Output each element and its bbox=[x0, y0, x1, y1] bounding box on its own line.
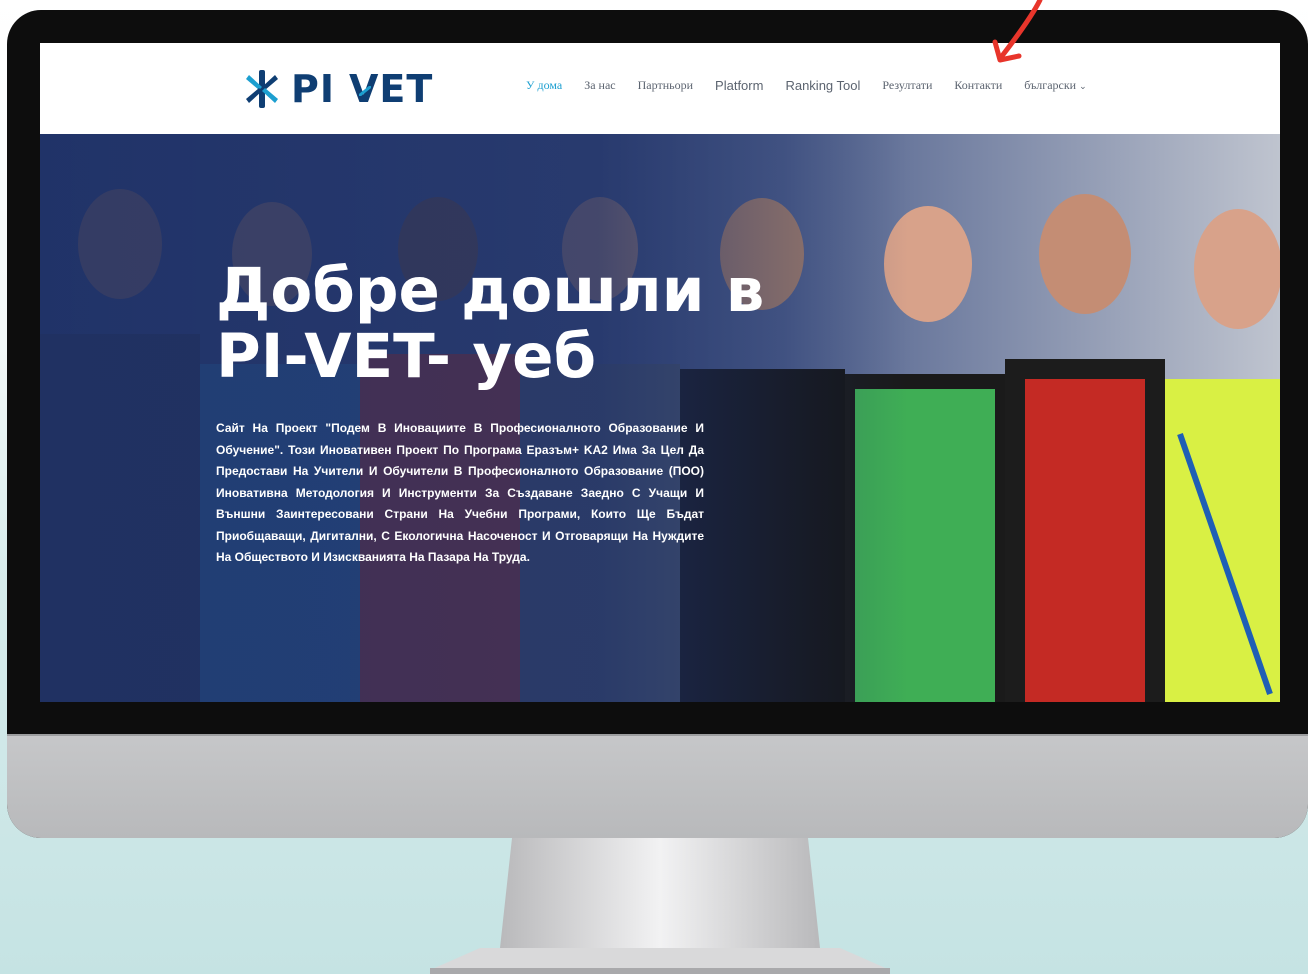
language-selector[interactable]: български ⌄ bbox=[1024, 78, 1086, 93]
site-header: PI VET У дома За нас Партньори Platform R… bbox=[40, 43, 1280, 134]
nav-home[interactable]: У дома bbox=[526, 78, 562, 93]
monitor-stand bbox=[430, 838, 890, 974]
red-arrow-icon bbox=[992, 0, 1043, 63]
logo-text-pi: PI bbox=[291, 67, 335, 111]
hero-title-line-2: PI-VET- уеб bbox=[216, 321, 597, 392]
nav-partners[interactable]: Партньори bbox=[638, 78, 693, 93]
logo-dash-icon bbox=[359, 86, 371, 96]
pi-vet-logo-icon bbox=[246, 70, 278, 108]
hero-title-line-1: Добре дошли в bbox=[216, 255, 765, 326]
browser-viewport: PI VET У дома За нас Партньори Platform R… bbox=[40, 43, 1280, 702]
main-nav: У дома За нас Партньори Platform Ranking… bbox=[526, 78, 1109, 93]
hero-title: Добре дошли в PI-VET- уеб bbox=[216, 258, 916, 390]
hero-description: Сайт На Проект "Подем В Иновациите В Про… bbox=[216, 421, 704, 564]
nav-ranking-tool[interactable]: Ranking Tool bbox=[785, 78, 860, 93]
hero-section: Добре дошли в PI-VET- уеб Сайт На Проект… bbox=[40, 134, 1280, 702]
language-label: български bbox=[1024, 78, 1077, 92]
nav-about[interactable]: За нас bbox=[584, 78, 615, 93]
chevron-down-icon: ⌄ bbox=[1079, 81, 1087, 91]
nav-contacts[interactable]: Контакти bbox=[954, 78, 1002, 93]
nav-results[interactable]: Резултати bbox=[882, 78, 932, 93]
monitor-chin bbox=[7, 734, 1308, 838]
monitor-frame: PI VET У дома За нас Партньори Platform R… bbox=[7, 10, 1308, 838]
nav-platform[interactable]: Platform bbox=[715, 78, 763, 93]
site-logo[interactable]: PI VET bbox=[245, 64, 433, 114]
